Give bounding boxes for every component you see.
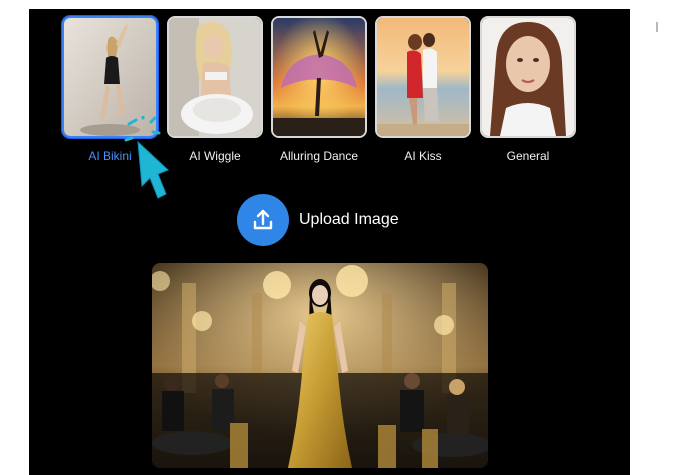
upload-label: Upload Image (299, 211, 399, 228)
template-thumbnail (480, 16, 576, 138)
upload-image-button[interactable]: Upload Image (237, 194, 399, 246)
template-alluring-dance[interactable]: Alluring Dance (271, 16, 367, 163)
cursor-pointer-icon (124, 112, 184, 211)
template-label: Alluring Dance (279, 149, 359, 163)
template-thumbnail (271, 16, 367, 138)
template-thumbnail (375, 16, 471, 138)
app-panel: AI Bikini AI Wiggle Alluring Dance AI Ki… (29, 9, 630, 475)
scroll-mark (656, 22, 658, 32)
template-ai-kiss[interactable]: AI Kiss (375, 16, 471, 163)
preview-image (152, 263, 488, 468)
template-general[interactable]: General (480, 16, 576, 163)
template-label: General (506, 149, 550, 163)
upload-icon (237, 194, 289, 246)
template-label: AI Kiss (404, 149, 442, 163)
